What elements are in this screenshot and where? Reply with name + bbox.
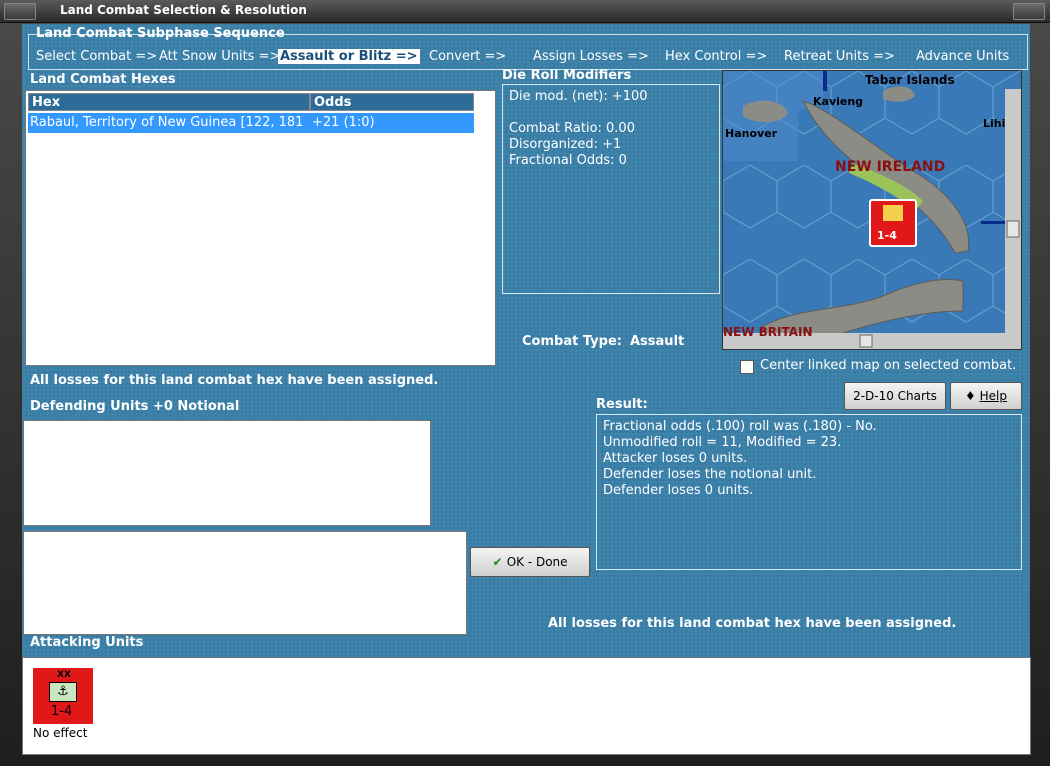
sequence-step-convert: Convert =>: [429, 49, 507, 64]
unit-strength: 1-4: [51, 704, 73, 719]
subphase-sequence-title: Land Combat Subphase Sequence: [36, 26, 285, 41]
result-box: Fractional odds (.100) roll was (.180) -…: [596, 414, 1022, 570]
map-unit-counter[interactable]: 1-4: [869, 199, 917, 247]
die-roll-modifiers-box: Die mod. (net): +100 Combat Ratio: 0.00 …: [502, 84, 720, 294]
map-label-new-ireland: NEW IRELAND: [835, 159, 946, 175]
result-losses-status: All losses for this land combat hex have…: [548, 616, 957, 631]
modifier-disorganized: Disorganized: +1: [509, 137, 622, 152]
attacking-unit-counter[interactable]: XX ⚓ 1-4: [31, 666, 95, 726]
map-label-tabar-islands: Tabar Islands: [865, 73, 955, 87]
sequence-step-select-combat: Select Combat =>: [36, 49, 158, 64]
sequence-step-hex-control: Hex Control =>: [665, 49, 768, 64]
help-button-label: Help: [979, 389, 1007, 403]
defending-units-box: [23, 420, 431, 526]
checkmark-icon: ✔: [492, 555, 507, 569]
modifier-combat-ratio: Combat Ratio: 0.00: [509, 121, 635, 136]
sequence-step-assault-or-blitz: Assault or Blitz =>: [278, 49, 420, 64]
sequence-step-retreat-units: Retreat Units =>: [784, 49, 895, 64]
result-title: Result:: [596, 397, 648, 412]
column-header-hex[interactable]: Hex: [28, 93, 310, 111]
sequence-step-advance-units: Advance Units: [916, 49, 1010, 64]
unit-size: XX: [57, 670, 71, 680]
map-label-kavieng: Kavieng: [813, 95, 864, 108]
attacking-units-title: Attacking Units: [30, 635, 144, 650]
ok-done-label: OK - Done: [506, 555, 568, 569]
result-line: Fractional odds (.100) roll was (.180) -…: [603, 419, 877, 434]
map-label-lihir: Lihi: [983, 117, 1006, 130]
linked-map[interactable]: Tabar Islands Kavieng Hanover Lihi NEW I…: [722, 70, 1022, 350]
system-menu-button[interactable]: [4, 3, 36, 20]
attacking-units-box: XX ⚓ 1-4 No effect: [22, 657, 1031, 755]
result-line: Defender loses the notional unit.: [603, 467, 817, 482]
result-line: Attacker loses 0 units.: [603, 451, 748, 466]
dialog-client-area: Land Combat Subphase Sequence Select Com…: [22, 24, 1031, 755]
sequence-step-att-snow-units: Att Snow Units =>: [159, 49, 281, 64]
column-header-odds[interactable]: Odds: [310, 93, 474, 111]
table-row[interactable]: Rabaul, Territory of New Guinea [122, 18…: [28, 113, 474, 133]
secondary-units-box: [23, 531, 467, 635]
result-line: Unmodified roll = 11, Modified = 23.: [603, 435, 842, 450]
map-label-new-britain: NEW BRITAIN: [723, 325, 813, 339]
combat-type-value: Assault: [630, 334, 685, 349]
unit-type-icon: [883, 205, 903, 221]
hex-cell: Rabaul, Territory of New Guinea [122, 18…: [30, 115, 304, 130]
center-map-checkbox[interactable]: [740, 360, 754, 374]
center-map-label: Center linked map on selected combat.: [760, 358, 1017, 373]
combat-type-label: Combat Type:: [522, 334, 622, 349]
hexes-losses-status: All losses for this land combat hex have…: [30, 373, 439, 388]
unit-outcome: No effect: [33, 726, 88, 740]
help-button[interactable]: ♦ Help: [950, 382, 1022, 410]
window-title: Land Combat Selection & Resolution: [60, 3, 307, 17]
defending-units-title: Defending Units +0 Notional: [30, 399, 240, 414]
ok-done-button[interactable]: ✔ OK - Done: [470, 547, 590, 577]
combat-hexes-table: Hex Odds Rabaul, Territory of New Guinea…: [25, 90, 496, 366]
map-counter-strength: 1-4: [877, 229, 897, 242]
close-window-button[interactable]: [1013, 3, 1045, 20]
window-frame: Land Combat Selection & Resolution Land …: [0, 0, 1050, 766]
charts-button[interactable]: 2-D-10 Charts: [844, 382, 946, 410]
anchor-icon: ⚓: [49, 682, 77, 702]
sequence-step-assign-losses: Assign Losses =>: [533, 49, 649, 64]
die-roll-modifiers-title: Die Roll Modifiers: [502, 68, 632, 83]
result-line: Defender loses 0 units.: [603, 483, 754, 498]
modifier-fractional-odds: Fractional Odds: 0: [509, 153, 627, 168]
odds-cell: +21 (1:0): [312, 115, 375, 130]
title-bar: Land Combat Selection & Resolution: [0, 0, 1050, 23]
map-label-hanover: Hanover: [725, 127, 778, 140]
modifier-net: Die mod. (net): +100: [509, 89, 648, 104]
land-combat-hexes-title: Land Combat Hexes: [30, 72, 176, 87]
help-book-icon: ♦: [965, 389, 980, 403]
